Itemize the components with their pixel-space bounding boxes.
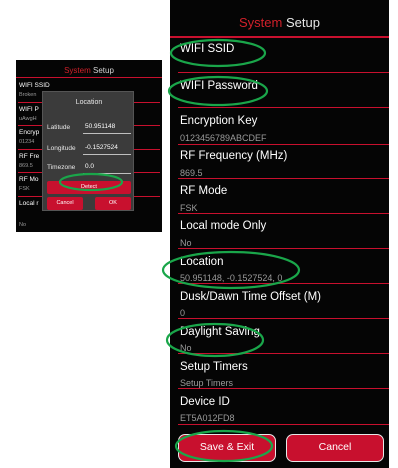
setting-encryption-key-value: 0123456789ABCDEF: [180, 133, 267, 143]
title-rule: [170, 36, 389, 38]
setting-wifi-password-label[interactable]: WIFI Password: [180, 80, 258, 92]
setting-rf-frequency-value: 869.5: [180, 168, 203, 178]
timezone-underline: [83, 173, 131, 174]
small-title-rule: [16, 77, 162, 78]
small-item-value: uAwgH: [19, 116, 37, 122]
small-item-label[interactable]: Encryp: [19, 129, 39, 136]
longitude-input[interactable]: -0.1527524: [85, 144, 118, 151]
timezone-label: Timezone: [47, 164, 76, 171]
setting-divider: [178, 424, 389, 425]
dialog-ok-button[interactable]: OK: [95, 197, 131, 210]
setting-divider: [178, 72, 389, 73]
small-item-label[interactable]: Local r: [19, 200, 39, 207]
composite-screenshot: System Setup WIFI SSID Broken WIFI P uAw…: [0, 0, 398, 468]
longitude-underline: [83, 154, 131, 155]
setting-setup-timers-value: Setup Timers: [180, 378, 234, 388]
setting-divider: [178, 388, 389, 389]
setting-wifi-ssid-label[interactable]: WIFI SSID: [180, 43, 234, 55]
latitude-label: Latitude: [47, 124, 71, 131]
dialog-cancel-button[interactable]: Cancel: [47, 197, 83, 210]
small-item-value: FSK: [19, 186, 30, 192]
setting-daylight-saving-label[interactable]: Daylight Saving: [180, 326, 260, 338]
small-item-value: Broken: [19, 92, 37, 98]
cancel-button[interactable]: Cancel: [286, 434, 384, 462]
setting-divider: [178, 318, 389, 319]
page-title-rest: Setup: [285, 15, 320, 30]
small-title-rest: Setup: [93, 66, 114, 75]
setting-rf-mode-value: FSK: [180, 203, 198, 213]
setting-divider: [178, 248, 389, 249]
setting-device-id-value: ET5A012FD8: [180, 413, 235, 423]
setting-encryption-key-label[interactable]: Encryption Key: [180, 115, 257, 127]
setting-rf-mode-label[interactable]: RF Mode: [180, 185, 227, 197]
small-title: System Setup: [16, 66, 162, 75]
small-item-label[interactable]: WIFI P: [19, 106, 39, 113]
setting-location-label[interactable]: Location: [180, 256, 223, 268]
setting-divider: [178, 107, 389, 108]
latitude-input[interactable]: 50.951148: [85, 123, 115, 130]
setting-rf-frequency-label[interactable]: RF Frequency (MHz): [180, 150, 287, 162]
location-dialog: Location Latitude 50.951148 Longitude -0…: [42, 91, 134, 211]
setting-divider: [178, 144, 389, 145]
setting-dusk-dawn-value: 0: [180, 308, 186, 318]
small-item-value: 869.5: [19, 163, 33, 169]
timezone-input[interactable]: 0.0: [85, 163, 94, 170]
small-item-label[interactable]: RF Mo: [19, 176, 39, 183]
small-item-value: 01234: [19, 139, 35, 145]
setting-divider: [178, 213, 389, 214]
small-item-label[interactable]: WIFI SSID: [19, 82, 50, 89]
setting-local-mode-value: No: [180, 238, 192, 248]
small-title-accent: System: [64, 66, 91, 75]
setting-local-mode-label[interactable]: Local mode Only: [180, 220, 266, 232]
setting-location-value: 50.951148, -0.1527524, 0: [180, 273, 283, 283]
longitude-label: Longitude: [47, 145, 76, 152]
setting-divider: [178, 178, 389, 179]
system-setup-screen: System Setup WIFI SSID WIFI Password Enc…: [170, 0, 389, 468]
detect-button[interactable]: Detect: [47, 181, 131, 194]
setting-divider: [178, 353, 389, 354]
setting-divider: [178, 283, 389, 284]
small-screenshot: System Setup WIFI SSID Broken WIFI P uAw…: [16, 60, 162, 232]
setting-device-id-label[interactable]: Device ID: [180, 396, 230, 408]
page-title-accent: System: [239, 15, 283, 30]
save-exit-button[interactable]: Save & Exit: [178, 434, 276, 462]
page-title: System Setup: [170, 15, 389, 30]
dialog-title: Location: [75, 99, 103, 106]
latitude-underline: [83, 133, 131, 134]
setting-dusk-dawn-label[interactable]: Dusk/Dawn Time Offset (M): [180, 291, 321, 303]
setting-daylight-saving-value: No: [180, 343, 192, 353]
small-item-value: No: [19, 222, 27, 228]
setting-setup-timers-label[interactable]: Setup Timers: [180, 361, 248, 373]
small-item-label[interactable]: RF Fre: [19, 153, 39, 160]
